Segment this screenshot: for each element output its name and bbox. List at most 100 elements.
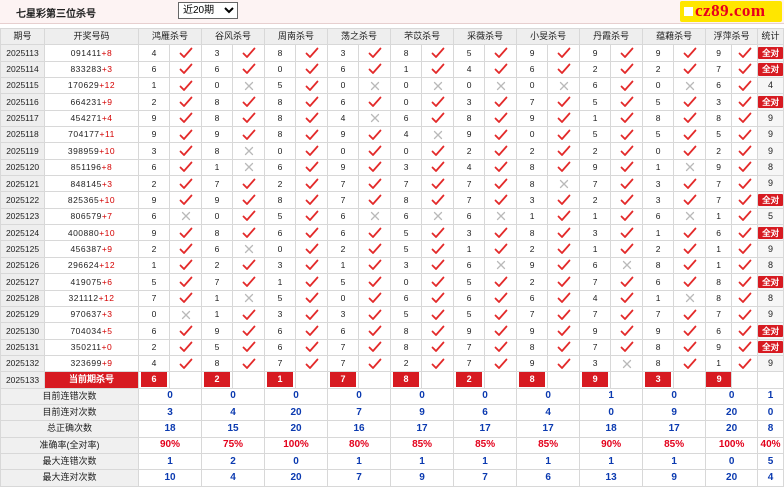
kill-number-cell: 2 xyxy=(516,142,549,160)
kill-number-cell: 3 xyxy=(642,175,675,193)
draw-number-cell: 704034+5 xyxy=(44,322,139,340)
check-icon xyxy=(232,354,266,373)
check-icon xyxy=(673,322,707,340)
draw-number-cell: 970637+3 xyxy=(44,305,139,324)
check-icon xyxy=(421,273,455,291)
period-cell: 2025132 xyxy=(0,354,45,373)
kill-number-cell: 3 xyxy=(390,158,423,177)
kill-number-cell: 7 xyxy=(390,175,423,193)
draw-sum: +12 xyxy=(99,80,116,91)
draw-number-cell: 833283+3 xyxy=(44,60,139,79)
kill-number-cell: 6 xyxy=(390,207,423,226)
kill-number-cell: 9 xyxy=(516,44,549,62)
kill-number-cell: 2 xyxy=(579,60,612,79)
check-icon xyxy=(295,109,329,128)
kill-number-cell: 1 xyxy=(516,207,549,226)
stat-value: 85% xyxy=(390,436,455,454)
period-cell: 2025117 xyxy=(0,109,45,128)
kill-number-cell: 3 xyxy=(390,256,423,275)
col-killer-10: 浮萍杀号 xyxy=(705,27,759,46)
kill-number-cell: 8 xyxy=(642,256,675,275)
draw-digits: 454271 xyxy=(70,113,102,124)
kill-number-cell: 7 xyxy=(579,305,612,324)
check-icon xyxy=(610,305,644,324)
all-correct-badge: 全对 xyxy=(758,340,783,354)
check-icon xyxy=(168,44,203,62)
draw-sum: +3 xyxy=(101,178,113,189)
check-icon xyxy=(295,354,329,373)
draw-digits: 833283 xyxy=(70,64,102,75)
all-correct-badge: 全对 xyxy=(758,46,783,60)
check-icon xyxy=(673,93,707,111)
kill-number-cell: 8 xyxy=(516,175,549,193)
stat-value: 7 xyxy=(327,403,392,422)
draw-sum: +8 xyxy=(101,47,113,58)
total-cell: 全对 xyxy=(757,338,784,356)
stat-value: 90% xyxy=(579,436,644,454)
check-icon xyxy=(731,256,759,275)
current-kill-badge: 8 xyxy=(519,372,546,388)
total-cell: 全对 xyxy=(757,273,784,291)
range-select[interactable]: 近20期 xyxy=(178,2,238,19)
kill-number-cell: 0 xyxy=(264,60,297,79)
check-icon xyxy=(731,126,759,144)
table-row: 2025123 806579+7 6 0 5 6 6 6 1 1 6 1 5 xyxy=(0,207,784,226)
stat-value: 9 xyxy=(390,403,455,422)
check-icon xyxy=(610,142,644,160)
draw-sum: +3 xyxy=(101,64,113,75)
draw-sum: +10 xyxy=(99,145,116,156)
check-icon xyxy=(358,224,392,242)
kill-number-cell: 9 xyxy=(705,44,733,62)
kill-number-cell: 1 xyxy=(705,240,733,258)
total-cell: 9 xyxy=(757,240,784,258)
check-icon xyxy=(484,158,518,177)
stat-value: 1 xyxy=(327,452,392,471)
total-cell: 全对 xyxy=(757,93,784,111)
cross-icon xyxy=(232,158,266,177)
table-row: 2025126 296624+12 1 2 3 1 3 6 9 6 8 1 8 xyxy=(0,256,784,275)
draw-sum: +4 xyxy=(101,113,113,124)
check-icon xyxy=(547,354,581,373)
check-icon xyxy=(484,142,518,160)
kill-number-cell: 0 xyxy=(642,77,675,95)
stat-value: 3 xyxy=(137,403,203,422)
kill-number-cell: 8 xyxy=(201,109,234,128)
check-icon xyxy=(610,77,644,95)
stat-value: 20 xyxy=(705,420,759,438)
kill-number-cell: 3 xyxy=(579,354,612,373)
draw-sum: +7 xyxy=(101,211,113,222)
kill-number-cell: 1 xyxy=(453,240,486,258)
col-killer-4: 荡之杀号 xyxy=(327,27,392,46)
kill-number-cell: 9 xyxy=(516,354,549,373)
check-icon xyxy=(421,158,455,177)
draw-number-cell: 456387+9 xyxy=(44,240,139,258)
table-row: 2025121 848145+3 2 7 2 7 7 7 8 7 3 7 9 xyxy=(0,175,784,193)
stat-value: 18 xyxy=(137,420,203,438)
kill-number-cell: 6 xyxy=(579,256,612,275)
draw-number-cell: 419075+6 xyxy=(44,273,139,291)
kill-number-cell: 6 xyxy=(264,224,297,242)
draw-number-cell: 350211+0 xyxy=(44,338,139,356)
stat-row: 目前连对次数 3 4 20 7 9 6 4 0 9 20 0 xyxy=(0,403,784,422)
stat-value: 20 xyxy=(705,469,759,487)
check-icon xyxy=(421,60,455,79)
check-icon xyxy=(610,338,644,356)
draw-digits: 806579 xyxy=(70,211,102,222)
check-icon xyxy=(547,126,581,144)
kill-number-cell: 7 xyxy=(327,354,360,373)
kill-number-cell: 0 xyxy=(264,142,297,160)
col-killer-9: 蕴藉杀号 xyxy=(642,27,707,46)
stat-label: 最大连对次数 xyxy=(0,469,139,487)
cross-icon xyxy=(232,77,266,95)
cross-icon xyxy=(610,354,644,373)
check-icon xyxy=(547,289,581,307)
kill-number-cell: 3 xyxy=(579,224,612,242)
kill-number-cell: 0 xyxy=(516,126,549,144)
current-kill-number: 3 xyxy=(642,371,675,389)
check-icon xyxy=(547,240,581,258)
kill-number-cell: 9 xyxy=(138,109,170,128)
kill-number-cell: 1 xyxy=(579,207,612,226)
check-icon xyxy=(295,338,329,356)
site-logo[interactable]: cz89.com xyxy=(680,1,782,22)
stat-total-value: 0 xyxy=(757,403,784,422)
